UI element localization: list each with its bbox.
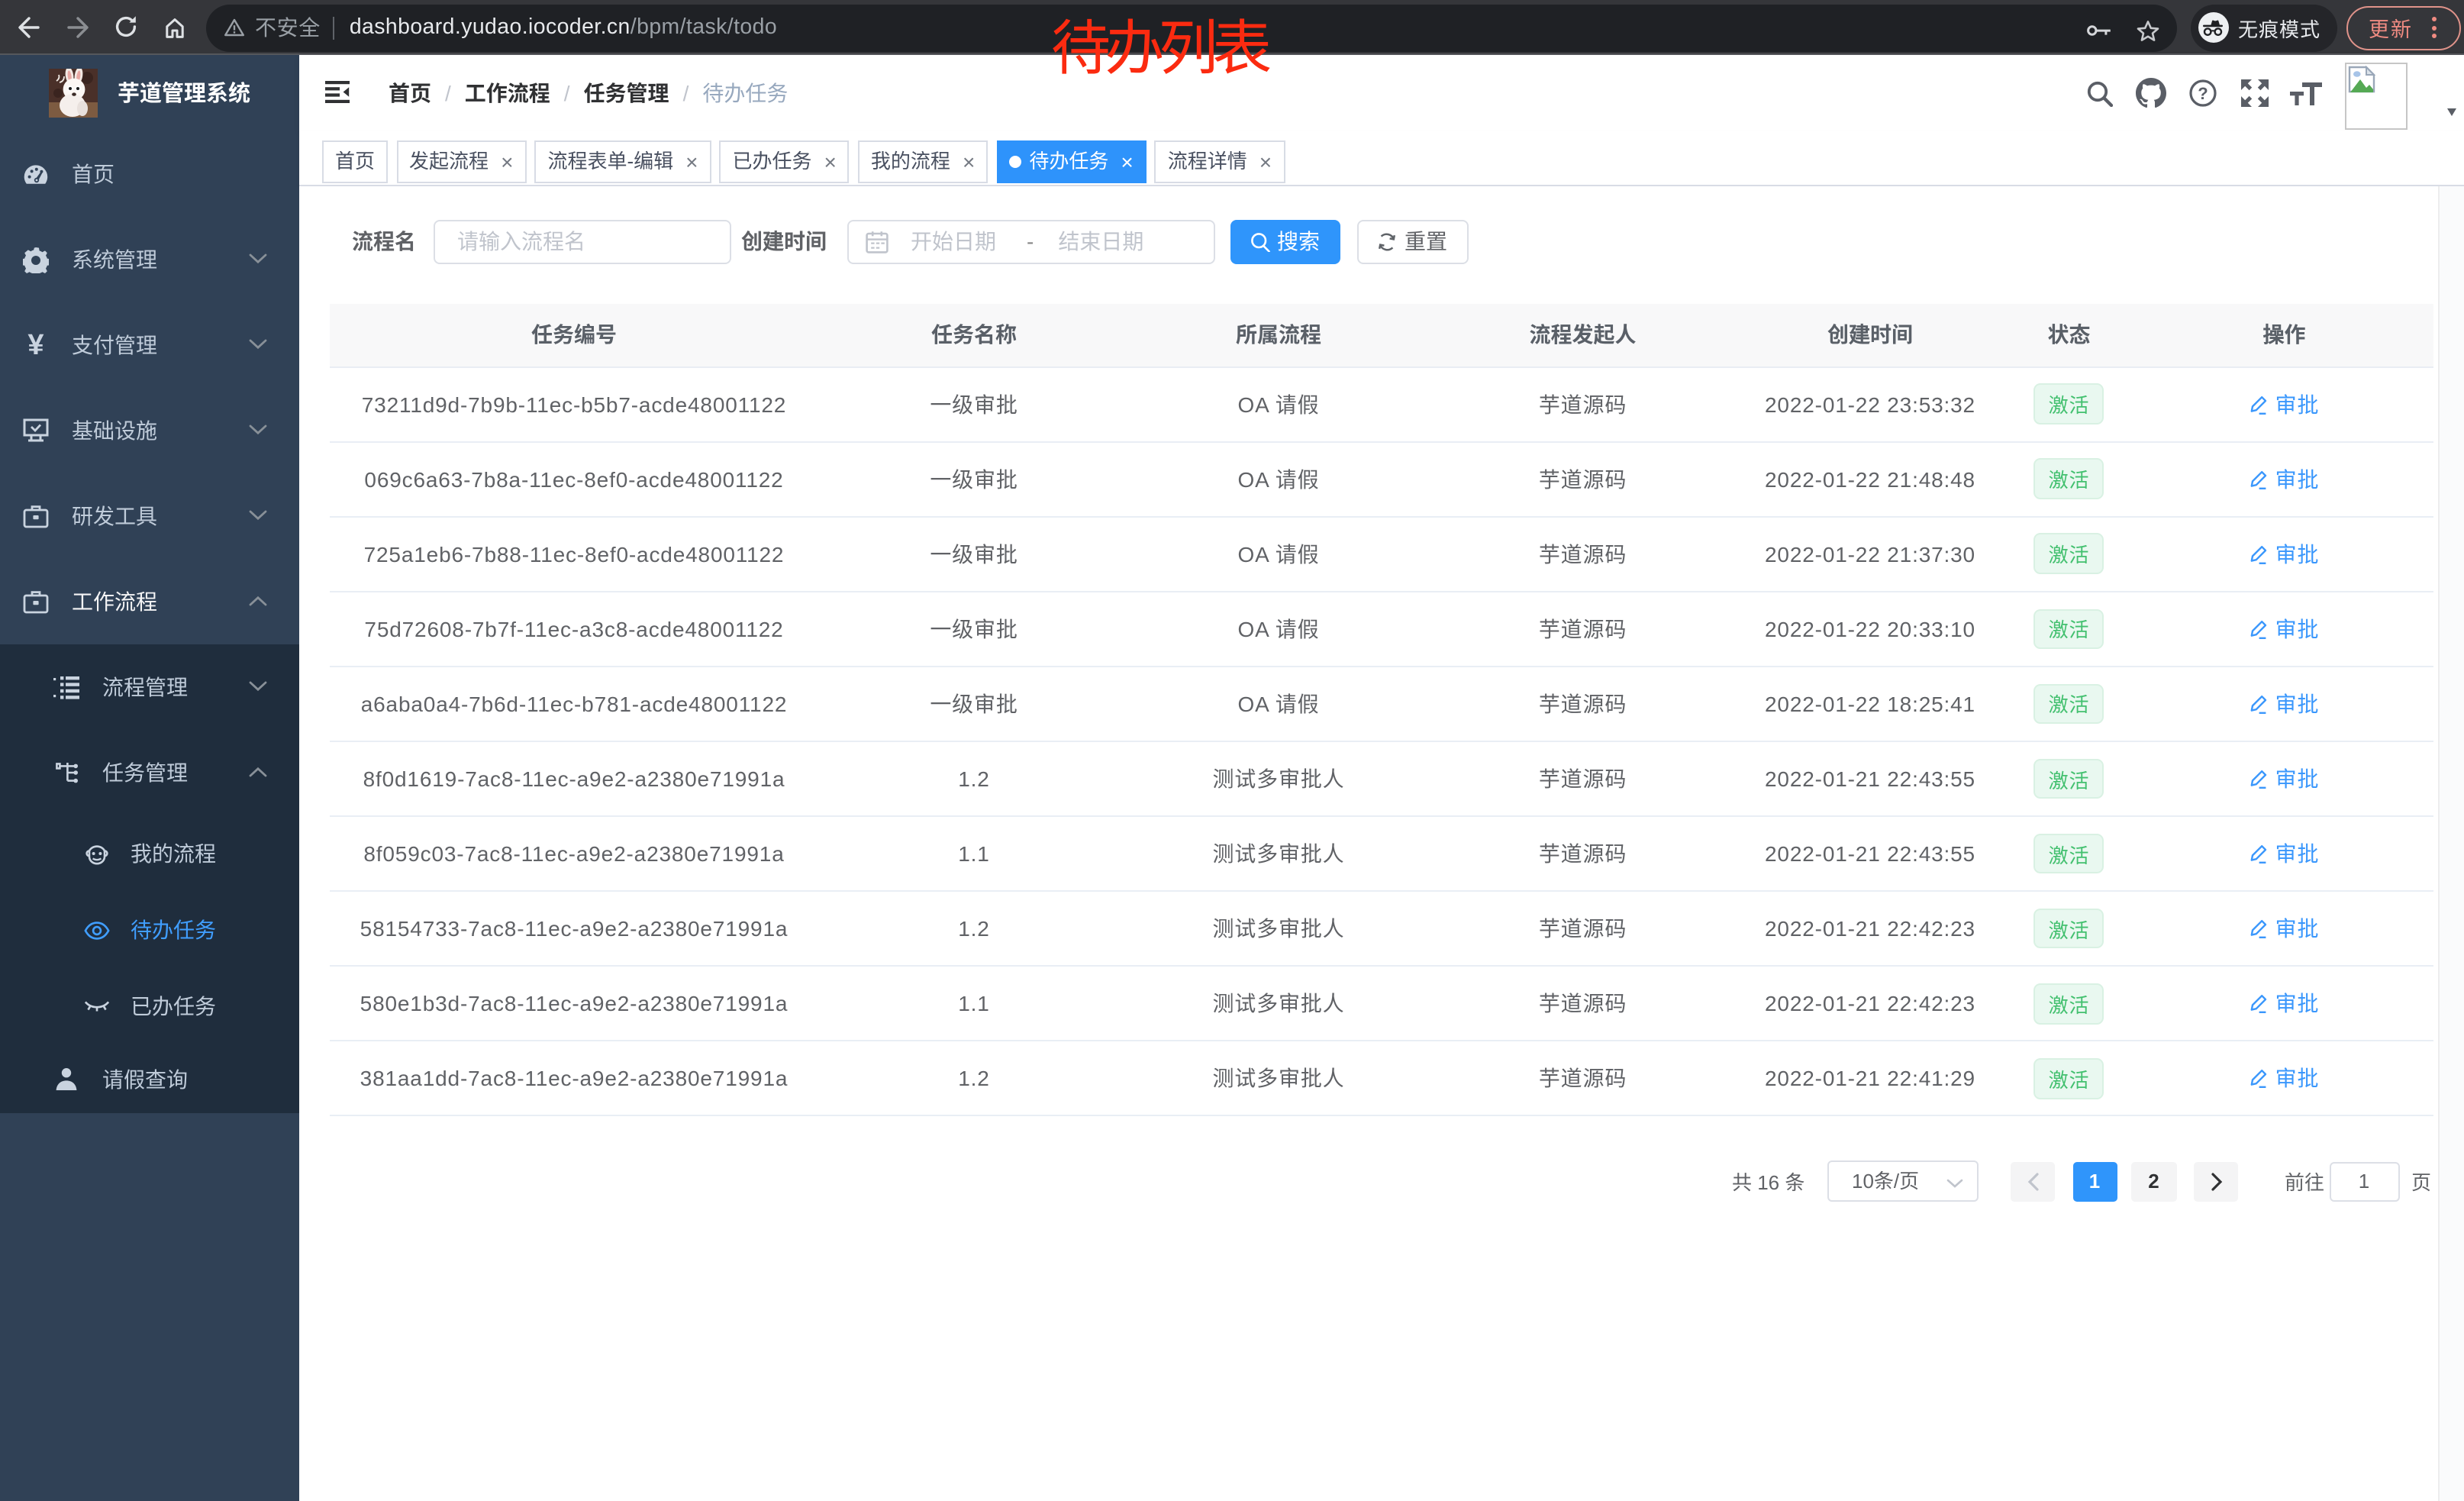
svg-text:?: ? xyxy=(2198,84,2208,103)
